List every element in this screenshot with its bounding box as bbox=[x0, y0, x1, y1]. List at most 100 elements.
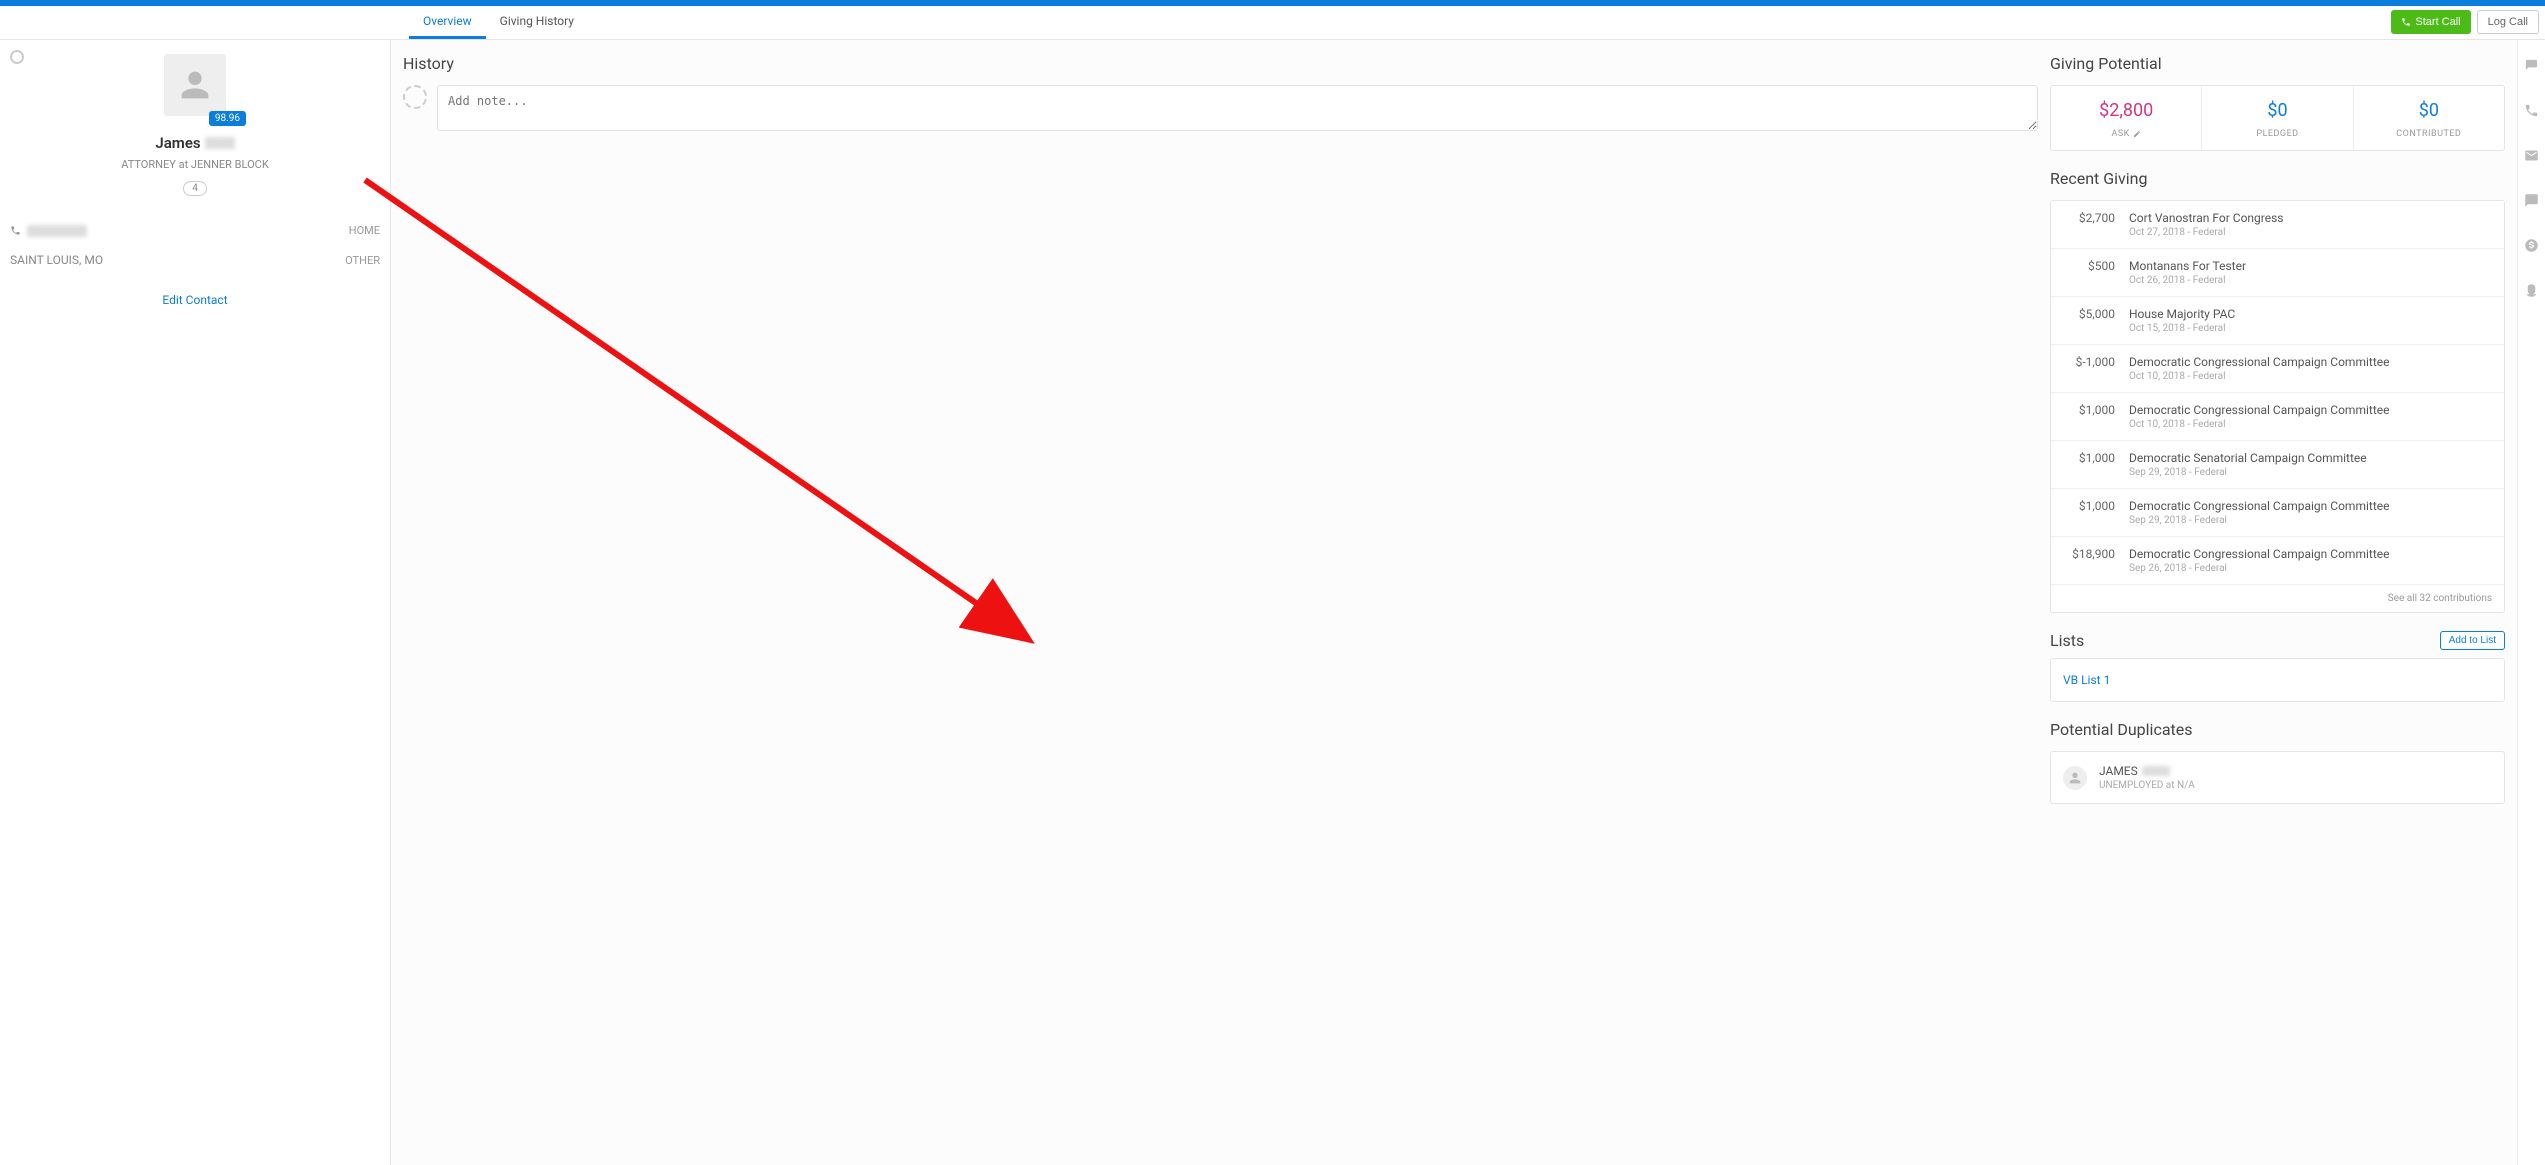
duplicate-item[interactable]: JAMES UNEMPLOYED at N/A bbox=[2051, 752, 2504, 803]
edit-contact-link[interactable]: Edit Contact bbox=[10, 293, 380, 307]
recent-giving-row[interactable]: $-1,000 Democratic Congressional Campaig… bbox=[2051, 345, 2504, 393]
phone-icon bbox=[10, 225, 21, 236]
rg-amount: $1,000 bbox=[2063, 499, 2115, 526]
rg-amount: $1,000 bbox=[2063, 403, 2115, 430]
avatar-wrap: 98.96 James ATTORNEY at JENNER BLOCK 4 bbox=[10, 54, 380, 196]
note-icon[interactable] bbox=[2524, 58, 2539, 73]
score-badge: 98.96 bbox=[209, 111, 246, 126]
tab-overview[interactable]: Overview bbox=[409, 6, 486, 39]
giving-potential-box: $2,800 ASK $0 PLEDGED $0 CONTRIBUTED bbox=[2050, 85, 2505, 151]
recent-giving-row[interactable]: $1,000 Democratic Senatorial Campaign Co… bbox=[2051, 441, 2504, 489]
rg-amount: $2,700 bbox=[2063, 211, 2115, 238]
header-actions: Start Call Log Call bbox=[2391, 10, 2539, 34]
recent-giving-row[interactable]: $5,000 House Majority PAC Oct 15, 2018 -… bbox=[2051, 297, 2504, 345]
phone-redacted bbox=[27, 225, 87, 237]
rg-body: Democratic Congressional Campaign Commit… bbox=[2129, 403, 2492, 430]
rg-org: Democratic Congressional Campaign Commit… bbox=[2129, 499, 2492, 513]
rg-amount: $1,000 bbox=[2063, 451, 2115, 478]
gp-contributed-amount: $0 bbox=[2362, 100, 2496, 121]
avatar: 98.96 bbox=[164, 54, 226, 116]
see-all-link[interactable]: See all 32 contributions bbox=[2051, 585, 2504, 612]
recent-giving-row[interactable]: $500 Montanans For Tester Oct 26, 2018 -… bbox=[2051, 249, 2504, 297]
tab-giving-history[interactable]: Giving History bbox=[486, 6, 588, 39]
rg-body: Democratic Congressional Campaign Commit… bbox=[2129, 547, 2492, 574]
person-icon bbox=[2067, 770, 2083, 786]
lists-header: Lists Add to List bbox=[2050, 631, 2505, 650]
contact-name: James bbox=[155, 134, 234, 152]
gp-pledged-label: PLEDGED bbox=[2256, 129, 2298, 139]
recent-giving-row[interactable]: $2,700 Cort Vanostran For Congress Oct 2… bbox=[2051, 201, 2504, 249]
recent-giving-row[interactable]: $18,900 Democratic Congressional Campaig… bbox=[2051, 537, 2504, 585]
duplicate-name: JAMES bbox=[2099, 764, 2195, 778]
rg-date: Sep 26, 2018 - Federal bbox=[2129, 563, 2492, 574]
main-container: 98.96 James ATTORNEY at JENNER BLOCK 4 H… bbox=[0, 40, 2545, 1165]
rg-org: House Majority PAC bbox=[2129, 307, 2492, 321]
gp-pledged-cell: $0 PLEDGED bbox=[2201, 86, 2352, 150]
last-name-redacted bbox=[205, 137, 235, 149]
recent-giving-row[interactable]: $1,000 Democratic Congressional Campaign… bbox=[2051, 489, 2504, 537]
dollar-icon[interactable] bbox=[2524, 238, 2539, 253]
person-icon bbox=[175, 65, 215, 105]
tabs-header: Overview Giving History Start Call Log C… bbox=[0, 6, 2545, 40]
phone-icon bbox=[2401, 17, 2411, 27]
rg-amount: $500 bbox=[2063, 259, 2115, 286]
rg-body: Democratic Congressional Campaign Commit… bbox=[2129, 355, 2492, 382]
recent-giving-list: $2,700 Cort Vanostran For Congress Oct 2… bbox=[2050, 200, 2505, 613]
hand-icon[interactable] bbox=[2524, 283, 2539, 298]
rg-body: Montanans For Tester Oct 26, 2018 - Fede… bbox=[2129, 259, 2492, 286]
address-left: SAINT LOUIS, MO bbox=[10, 253, 103, 267]
gp-contributed-label: CONTRIBUTED bbox=[2396, 129, 2461, 139]
history-input-row bbox=[403, 85, 2038, 131]
tabs-list: Overview Giving History bbox=[409, 6, 588, 39]
phone-icon[interactable] bbox=[2524, 103, 2539, 118]
chat-icon[interactable] bbox=[2524, 193, 2539, 208]
rg-amount: $5,000 bbox=[2063, 307, 2115, 334]
rg-org: Democratic Congressional Campaign Commit… bbox=[2129, 547, 2492, 561]
gp-pledged-amount: $0 bbox=[2210, 100, 2344, 121]
rg-org: Democratic Congressional Campaign Commit… bbox=[2129, 403, 2492, 417]
history-title: History bbox=[403, 54, 2038, 73]
rg-date: Oct 10, 2018 - Federal bbox=[2129, 371, 2492, 382]
rg-date: Sep 29, 2018 - Federal bbox=[2129, 467, 2492, 478]
rg-org: Democratic Senatorial Campaign Committee bbox=[2129, 451, 2492, 465]
note-input[interactable] bbox=[437, 85, 2038, 131]
envelope-icon[interactable] bbox=[2524, 148, 2539, 163]
dup-last-redacted bbox=[2142, 766, 2170, 776]
rg-org: Democratic Congressional Campaign Commit… bbox=[2129, 355, 2492, 369]
note-avatar-icon bbox=[403, 85, 427, 109]
gp-ask-label: ASK bbox=[2111, 129, 2140, 139]
rg-body: Democratic Congressional Campaign Commit… bbox=[2129, 499, 2492, 526]
duplicate-body: JAMES UNEMPLOYED at N/A bbox=[2099, 764, 2195, 791]
rg-date: Oct 26, 2018 - Federal bbox=[2129, 275, 2492, 286]
giving-potential-title: Giving Potential bbox=[2050, 54, 2505, 73]
duplicates-title: Potential Duplicates bbox=[2050, 720, 2505, 739]
gp-contributed-cell: $0 CONTRIBUTED bbox=[2353, 86, 2504, 150]
lists-box: VB List 1 bbox=[2050, 658, 2505, 702]
gp-ask-amount: $2,800 bbox=[2059, 100, 2193, 121]
badge-row: 4 bbox=[183, 181, 207, 196]
rg-amount: $18,900 bbox=[2063, 547, 2115, 574]
rg-org: Montanans For Tester bbox=[2129, 259, 2492, 273]
recent-giving-title: Recent Giving bbox=[2050, 169, 2505, 188]
rg-body: Cort Vanostran For Congress Oct 27, 2018… bbox=[2129, 211, 2492, 238]
list-item[interactable]: VB List 1 bbox=[2063, 673, 2492, 687]
duplicate-sub: UNEMPLOYED at N/A bbox=[2099, 780, 2195, 791]
rg-amount: $-1,000 bbox=[2063, 355, 2115, 382]
start-call-button[interactable]: Start Call bbox=[2391, 10, 2470, 34]
address-row: SAINT LOUIS, MO OTHER bbox=[10, 245, 380, 275]
addr-type: OTHER bbox=[345, 254, 380, 267]
count-badge: 4 bbox=[183, 181, 207, 196]
right-rail bbox=[2517, 40, 2545, 1165]
first-name: James bbox=[155, 134, 200, 152]
rg-date: Oct 27, 2018 - Federal bbox=[2129, 227, 2492, 238]
phone-row: HOME bbox=[10, 216, 380, 245]
duplicate-avatar bbox=[2063, 766, 2087, 790]
rg-date: Oct 10, 2018 - Federal bbox=[2129, 419, 2492, 430]
add-to-list-button[interactable]: Add to List bbox=[2440, 631, 2505, 650]
rg-date: Oct 15, 2018 - Federal bbox=[2129, 323, 2492, 334]
start-call-label: Start Call bbox=[2415, 16, 2460, 28]
contact-subtitle: ATTORNEY at JENNER BLOCK bbox=[121, 158, 268, 171]
log-call-button[interactable]: Log Call bbox=[2477, 10, 2539, 34]
recent-giving-row[interactable]: $1,000 Democratic Congressional Campaign… bbox=[2051, 393, 2504, 441]
gp-ask-cell[interactable]: $2,800 ASK bbox=[2051, 86, 2201, 150]
